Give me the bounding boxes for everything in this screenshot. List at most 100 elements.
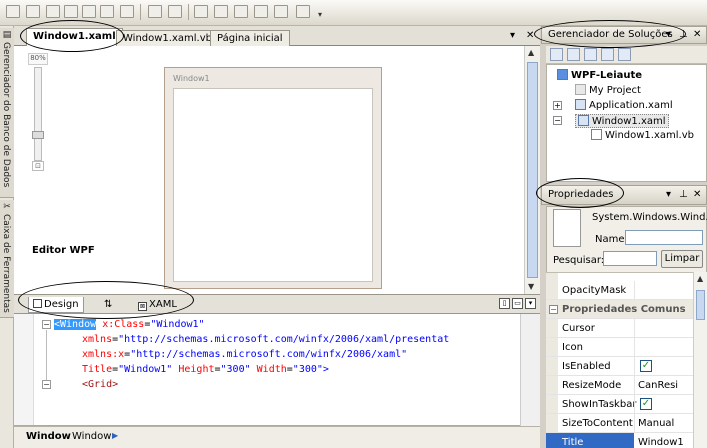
designer-scroll-thumb[interactable] — [527, 62, 538, 278]
zoom-slider-track[interactable] — [34, 67, 42, 161]
tree-item-my-project[interactable]: My Project — [575, 84, 641, 96]
toolbar-overflow-icon[interactable]: ▾ — [318, 10, 326, 20]
scroll-down-icon[interactable]: ▼ — [528, 282, 534, 291]
toolbar-button-5[interactable] — [82, 5, 96, 18]
fold-toggle-icon[interactable]: − — [42, 320, 51, 329]
fold-toggle-icon[interactable]: − — [42, 380, 51, 389]
view-designer-icon[interactable] — [618, 48, 631, 61]
code-line-4: Title="Window1" Height="300" Width="300"… — [82, 364, 329, 375]
editor-gutter — [14, 314, 34, 425]
xaml-file-icon — [578, 115, 589, 126]
toolbar-button-4[interactable] — [64, 5, 78, 18]
my-project-icon — [575, 84, 586, 95]
tab-pagina-inicial[interactable]: Página inicial — [210, 30, 290, 46]
pointer-tool-icon[interactable] — [46, 5, 60, 18]
status-element[interactable]: Window — [26, 431, 71, 442]
pin-icon[interactable]: ⊥ — [679, 189, 688, 201]
property-grid-scrollbar[interactable]: ▲ — [693, 272, 707, 448]
code-attr: xmlns — [82, 334, 113, 345]
window-client-area[interactable] — [173, 88, 373, 282]
close-panel-icon[interactable]: ✕ — [693, 29, 701, 41]
toolbar-button-15[interactable] — [296, 5, 310, 18]
tab-design[interactable]: Design — [28, 297, 84, 313]
show-in-taskbar-checkbox[interactable]: ✓ — [640, 398, 652, 410]
collapse-icon[interactable]: − — [549, 305, 558, 314]
code-value: "Window1" — [150, 319, 205, 330]
tree-item-application[interactable]: Application.xaml — [575, 99, 673, 111]
code-line-1: <Window x:Class="Window1" — [54, 319, 205, 330]
toolbar-button-11[interactable] — [214, 5, 228, 18]
toolbar-button-10[interactable] — [194, 5, 208, 18]
db-explorer-tab[interactable]: ▤ Gerenciador do Banco de Dados — [0, 28, 14, 198]
window-preview-title: Window1 — [173, 74, 210, 83]
breadcrumb-arrow-icon[interactable]: ▶ — [112, 431, 118, 440]
prop-name: SizeToContent — [562, 418, 633, 429]
tab-window1-xaml-vb[interactable]: Window1.xaml.vb — [116, 30, 219, 46]
expand-icon[interactable]: + — [553, 101, 562, 110]
zoom-fit-icon[interactable]: ⊡ — [32, 161, 44, 171]
collapse-icon[interactable]: − — [553, 116, 562, 125]
toolbox-tab[interactable]: ✂ Caixa de Ferramentas — [0, 200, 14, 318]
prop-category-common[interactable]: − Propriedades Comuns — [546, 300, 693, 319]
toolbar-button-9[interactable] — [168, 5, 182, 18]
zoom-slider-thumb[interactable] — [32, 131, 44, 139]
toolbar-button-13[interactable] — [254, 5, 268, 18]
tree-item-window1-vb[interactable]: Window1.xaml.vb — [591, 129, 694, 141]
pin-icon[interactable]: ⊥ — [679, 29, 688, 41]
is-enabled-checkbox[interactable]: ✓ — [640, 360, 652, 372]
prop-row-icon[interactable]: Icon — [546, 338, 693, 357]
tree-item-window1[interactable]: Window1.xaml — [575, 114, 669, 128]
swap-panes-icon[interactable]: ⇅ — [100, 297, 116, 313]
prop-value[interactable]: CanResi — [638, 380, 678, 391]
prop-row-opacity-mask[interactable]: OpacityMask — [546, 281, 693, 300]
prop-row-is-enabled[interactable]: IsEnabled ✓ — [546, 357, 693, 376]
show-all-files-icon[interactable] — [567, 48, 580, 61]
tree-item-project[interactable]: WPF-Leiaute — [557, 69, 642, 81]
tab-dropdown-icon[interactable]: ▾ — [510, 30, 515, 42]
view-code-icon[interactable] — [601, 48, 614, 61]
xaml-editor[interactable]: − − <Window x:Class="Window1" xmlns="htt… — [14, 314, 540, 426]
toolbar-button-6[interactable] — [100, 5, 114, 18]
db-explorer-label: Gerenciador do Banco de Dados — [1, 42, 11, 188]
tab-window1-xaml[interactable]: Window1.xaml — [26, 28, 123, 47]
search-input[interactable] — [603, 251, 657, 266]
prop-name: Title — [562, 437, 584, 448]
category-name: Propriedades Comuns — [562, 304, 686, 315]
toolbar-button-7[interactable] — [120, 5, 134, 18]
prop-row-resize-mode[interactable]: ResizeMode CanResi — [546, 376, 693, 395]
property-scroll-thumb[interactable] — [696, 290, 705, 320]
tab-xaml[interactable]: ⊠ XAML — [134, 297, 181, 313]
toolbar-button-12[interactable] — [234, 5, 248, 18]
code-value: "http://schemas.microsoft.com/winfx/2006… — [130, 349, 408, 360]
panel-dropdown-icon[interactable]: ▾ — [666, 29, 671, 41]
window-preview-frame[interactable]: Window1 — [164, 67, 382, 289]
prop-value[interactable]: Manual — [638, 418, 674, 429]
xaml-vertical-scrollbar[interactable] — [520, 314, 540, 426]
prop-row-size-to-content[interactable]: SizeToContent Manual — [546, 414, 693, 433]
toolbar-button-14[interactable] — [274, 5, 288, 18]
zoom-level: 80% — [28, 53, 48, 65]
align-icon[interactable] — [148, 5, 162, 18]
toolbar-button-1[interactable] — [6, 5, 20, 18]
prop-name: ResizeMode — [562, 380, 622, 391]
toolbar-separator — [188, 4, 189, 20]
properties-icon[interactable] — [550, 48, 563, 61]
prop-row-title[interactable]: Title Window1 — [546, 433, 693, 448]
toolbar-button-2[interactable] — [26, 5, 40, 18]
name-input[interactable] — [625, 230, 703, 245]
clear-button[interactable]: Limpar — [661, 250, 703, 268]
prop-row-show-in-taskbar[interactable]: ShowInTaskbar ✓ — [546, 395, 693, 414]
close-document-icon[interactable]: ✕ — [526, 30, 534, 42]
horizontal-split-icon[interactable]: ▭ — [512, 298, 523, 309]
panel-dropdown-icon[interactable]: ▾ — [666, 189, 671, 201]
designer-vertical-scrollbar[interactable]: ▲ ▼ — [524, 46, 540, 294]
prop-value[interactable]: Window1 — [635, 433, 693, 448]
code-line-3: xmlns:x="http://schemas.microsoft.com/wi… — [82, 349, 408, 360]
close-panel-icon[interactable]: ✕ — [693, 189, 701, 201]
vertical-split-icon[interactable]: ▯ — [499, 298, 510, 309]
scroll-up-icon[interactable]: ▲ — [528, 48, 534, 57]
scroll-up-icon[interactable]: ▲ — [697, 274, 703, 283]
refresh-icon[interactable] — [584, 48, 597, 61]
collapse-pane-icon[interactable]: ▾ — [525, 298, 536, 309]
prop-row-cursor[interactable]: Cursor — [546, 319, 693, 338]
